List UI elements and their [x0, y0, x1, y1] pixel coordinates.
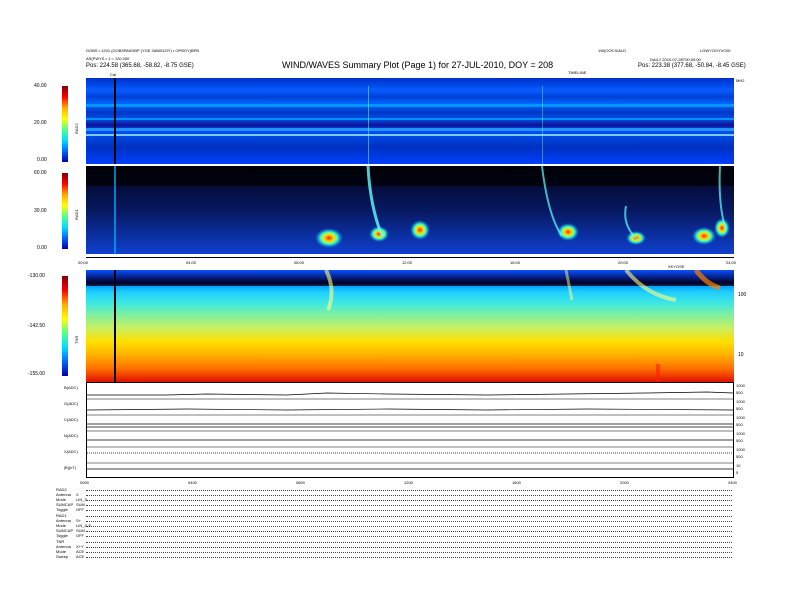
- table-row-line: [86, 495, 732, 496]
- line-right-tick: 500: [736, 438, 743, 443]
- upper-time-tick: 24:00: [726, 260, 737, 265]
- rad2-spectrogram: [86, 78, 734, 164]
- rad2-tick-mid: 20.00: [34, 120, 47, 126]
- line-label: B(ADC): [64, 385, 78, 390]
- rad1-tick-top: 60.00: [34, 170, 47, 176]
- table-value: OFF: [76, 507, 84, 512]
- table-row-line: [86, 536, 732, 537]
- tnr-right-tick: 100: [738, 292, 747, 298]
- table-row-line: [86, 547, 732, 548]
- upper-time-tick: 20:00: [618, 260, 629, 265]
- rad1-tick-mid: 30.00: [34, 208, 47, 214]
- lower-time-tick: 2400: [728, 480, 737, 485]
- header-right-line2: LOWYOOYVODI: [700, 48, 731, 53]
- lower-time-tick: 0800: [296, 480, 305, 485]
- table-row-line: [86, 505, 732, 506]
- rad2-tick-top: 40.00: [34, 83, 47, 89]
- table-row-line: [86, 542, 732, 543]
- table-row-line: [86, 500, 732, 501]
- table-row-line: [86, 557, 732, 558]
- upper-time-tick: 04:00: [186, 260, 197, 265]
- tnr-colorbar: [62, 276, 68, 376]
- line-right-tick: 500: [736, 454, 743, 459]
- rad2-overlay: [86, 78, 734, 164]
- table-value: OFF: [76, 533, 84, 538]
- line-label: N(ADC): [64, 433, 78, 438]
- rad1-overlay: [86, 166, 734, 254]
- header-left-line1: GOBS • 1201 (GOB3PAKDBP (YGE 3IAWOZIY) •…: [86, 48, 199, 53]
- rad1-colorbar: [62, 173, 68, 249]
- header-right-line1: 1W(OOCS/ALD: [598, 48, 627, 53]
- lower-time-tick: 1600: [512, 480, 521, 485]
- line-right-tick: 500: [736, 390, 743, 395]
- upper-time-tick: 00:00: [78, 260, 89, 265]
- line-right-tick: 1000: [736, 415, 745, 420]
- tnr-overlay: [86, 270, 734, 382]
- table-label: Toggle: [56, 533, 68, 538]
- lower-time-tick: 2000: [620, 480, 629, 485]
- tnr-tick-bot: -155.00: [28, 371, 45, 377]
- table-row-line: [86, 531, 732, 532]
- line-right-tick: 5: [736, 470, 739, 475]
- tnr-cal-line: [114, 270, 116, 382]
- rad2-tick-bot: 0.00: [37, 157, 47, 163]
- tnr-spectrogram: [86, 270, 734, 382]
- line-label: G(ADC): [64, 401, 79, 406]
- rad1-tick-bot: 0.00: [37, 245, 47, 251]
- table-row-line: [86, 552, 732, 553]
- line-right-tick: 1000: [736, 431, 745, 436]
- upper-time-tick: 08:00: [294, 260, 305, 265]
- rad1-label: RAD1: [74, 209, 79, 220]
- rad1-spectrogram: [86, 166, 734, 254]
- line-plots-svg: [86, 391, 734, 470]
- line-right-tick: 500: [736, 406, 743, 411]
- line-right-tick: 1000: [736, 383, 745, 388]
- table-row-line: [86, 490, 732, 491]
- table-value: ACE: [76, 554, 85, 559]
- line-label: X(ADC): [64, 449, 78, 454]
- rad2-colorbar: [62, 86, 68, 162]
- top-mid-label: TIMELINE: [568, 70, 587, 75]
- table-row-line: [86, 521, 732, 522]
- line-right-tick: 1000: [736, 399, 745, 404]
- line-plots-frame: [86, 382, 734, 478]
- upper-time-axis: [86, 257, 734, 258]
- lower-time-tick: 1200: [404, 480, 413, 485]
- line-right-tick: 1000: [736, 447, 745, 452]
- cal-mark: Cal: [110, 72, 117, 77]
- line-label: C(ADC): [64, 417, 78, 422]
- header-right-pos: Pos: 223.38 (377.68, -50.84, -8.45 GSE): [638, 63, 746, 69]
- header-left-line2: AS(PWYS • 1 = 120.000: [86, 56, 130, 61]
- tnr-right-label: XKYOSE: [668, 264, 685, 269]
- header-right-line3: DAILY 2010-07-28T00:00:00: [650, 57, 701, 62]
- table-row-line: [86, 516, 732, 517]
- top-right-label: MH2: [736, 78, 745, 83]
- table-label: Sweep: [56, 554, 69, 559]
- page-title: WIND/WAVES Summary Plot (Page 1) for 27-…: [282, 60, 554, 70]
- rad2-label: RAD2: [74, 123, 79, 134]
- table-row-line: [86, 510, 732, 511]
- line-label: |B|(nT): [64, 465, 77, 470]
- lower-time-tick: 0400: [188, 480, 197, 485]
- header-left-pos: Pos: 224.58 (365.68, -58.82, -8.75 GSE): [86, 63, 194, 69]
- upper-time-tick: 12:00: [402, 260, 413, 265]
- tnr-tick-mid: -142.50: [28, 323, 45, 329]
- table-label: Toggle: [56, 507, 68, 512]
- line-right-tick: 10: [736, 463, 741, 468]
- lower-time-tick: 0000: [80, 480, 89, 485]
- tnr-right-tick: 10: [738, 352, 744, 358]
- line-right-tick: 500: [736, 422, 743, 427]
- table-row-line: [86, 526, 732, 527]
- upper-time-tick: 16:00: [510, 260, 521, 265]
- rad2-cal-line: [114, 78, 116, 164]
- tnr-label: TNR: [74, 335, 79, 344]
- tnr-tick-top: -130.00: [28, 273, 45, 279]
